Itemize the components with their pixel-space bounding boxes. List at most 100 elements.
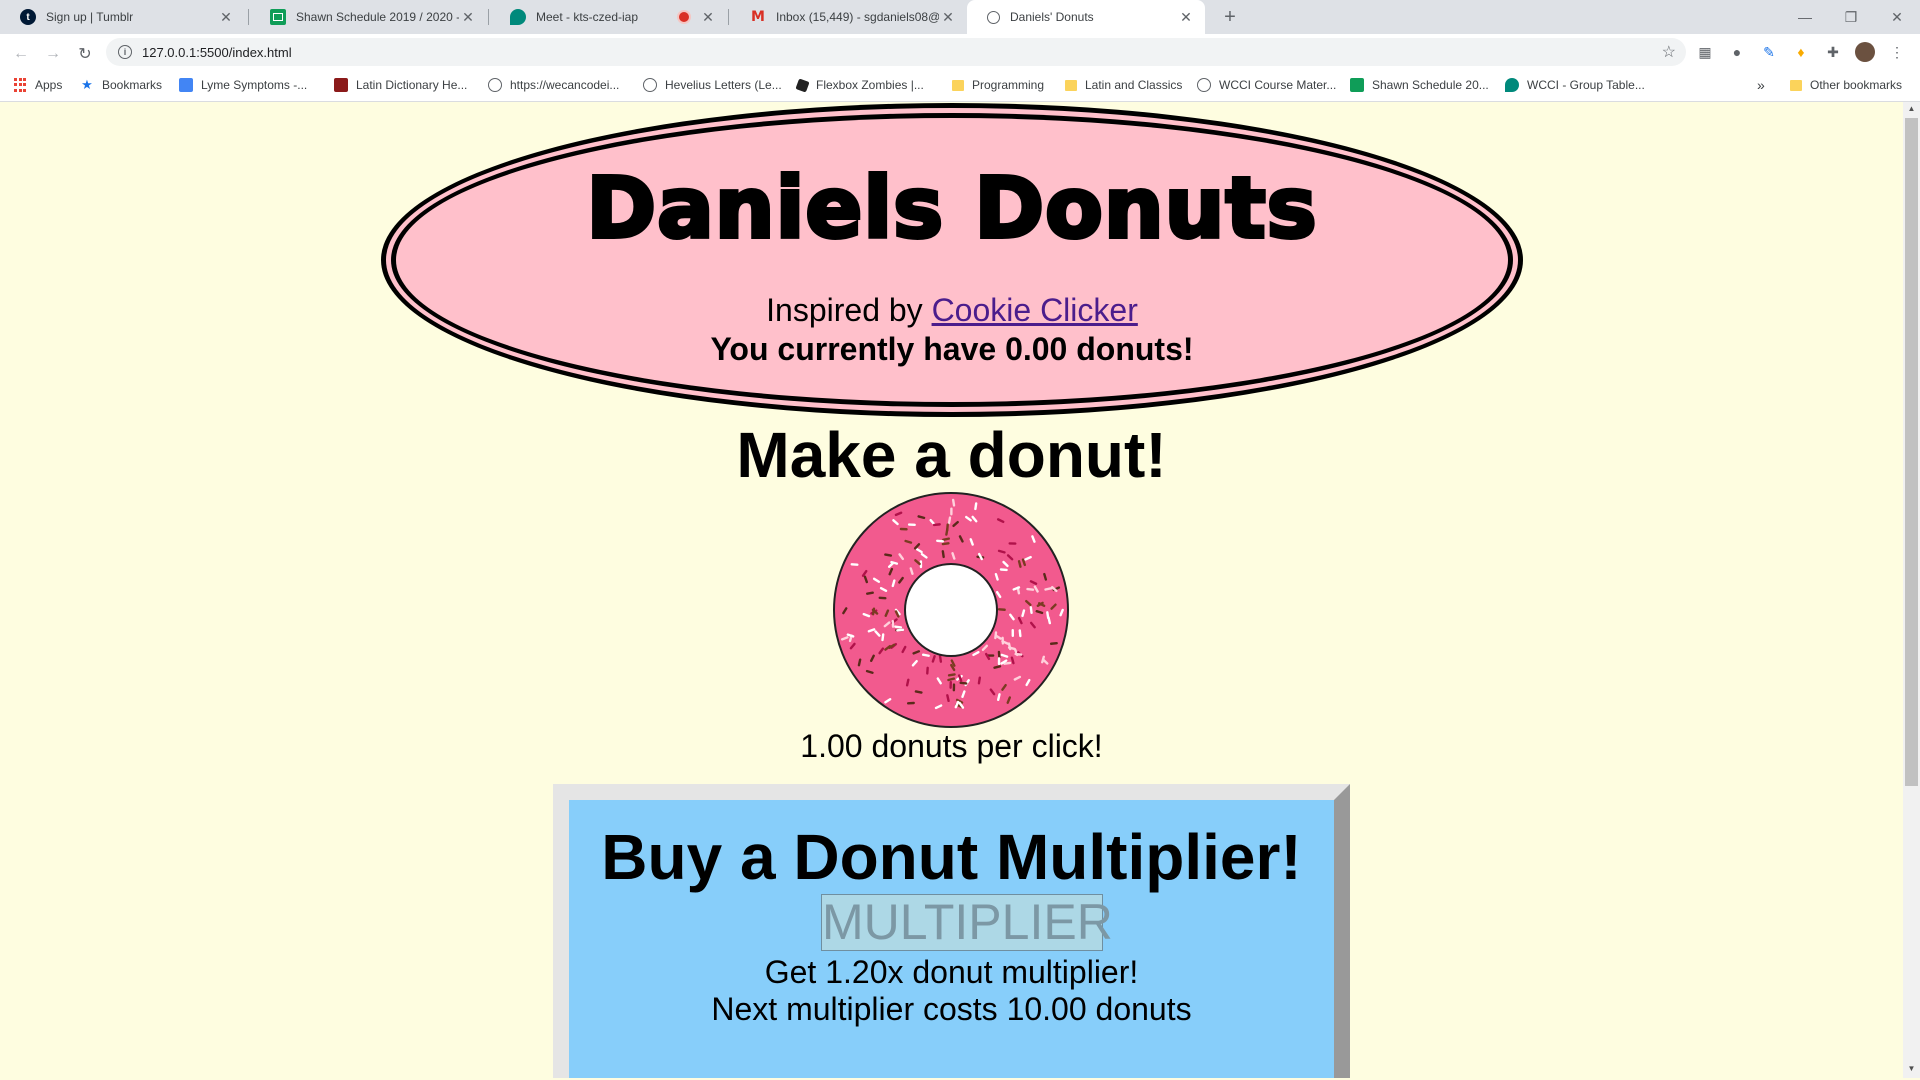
- gmail-icon: M: [751, 9, 765, 25]
- tab-schedule[interactable]: Shawn Schedule 2019 / 2020 - Go ✕: [250, 0, 487, 34]
- bookmark-label: Flexbox Zombies |...: [816, 78, 924, 92]
- bookmark-latin-dictionary[interactable]: Latin Dictionary He...: [334, 72, 467, 98]
- menu-dots-icon[interactable]: ⋮: [1887, 42, 1907, 62]
- more-bookmarks-button[interactable]: »: [1757, 72, 1765, 98]
- sprinkle: [907, 523, 916, 527]
- bookmark-other[interactable]: Other bookmarks: [1790, 72, 1902, 98]
- apps-grid-icon: [13, 78, 27, 92]
- sprinkle: [950, 507, 953, 516]
- globe-icon: [987, 10, 1000, 24]
- extension-icon[interactable]: ♦: [1791, 42, 1811, 62]
- address-bar[interactable]: i 127.0.0.1:5500/index.html ☆: [106, 38, 1686, 66]
- bookmark-label: Latin and Classics: [1085, 78, 1183, 92]
- tab-title: Meet - kts-czed-iap: [536, 10, 639, 24]
- bookmark-apps[interactable]: Apps: [13, 72, 62, 98]
- star-icon: ★: [81, 77, 93, 92]
- folder-icon: [1790, 79, 1802, 91]
- bookmark-label: Shawn Schedule 20...: [1372, 78, 1489, 92]
- donut-count: You currently have 0.00 donuts!: [710, 331, 1194, 367]
- inspired-line: Inspired by Cookie Clicker: [381, 292, 1523, 329]
- page-viewport: Daniels Donuts Inspired by Cookie Clicke…: [0, 102, 1903, 1078]
- sheets-icon: [1350, 78, 1364, 92]
- close-tab-icon[interactable]: ✕: [459, 9, 477, 26]
- close-tab-icon[interactable]: ✕: [217, 9, 235, 26]
- globe-icon: [488, 78, 502, 92]
- per-click-text: 1.00 donuts per click!: [800, 728, 1103, 764]
- bookmark-label: Other bookmarks: [1810, 78, 1903, 92]
- tab-title: Daniels' Donuts: [1010, 10, 1094, 24]
- sprinkle: [899, 527, 908, 531]
- globe-icon: [1197, 78, 1211, 92]
- make-donut-heading: Make a donut!: [736, 419, 1167, 491]
- bookmark-latin-classics[interactable]: Latin and Classics: [1065, 72, 1182, 98]
- bookmark-wecancode[interactable]: https://wecancodei...: [488, 72, 619, 98]
- extension-icon[interactable]: ✎: [1759, 42, 1779, 62]
- close-tab-icon[interactable]: ✕: [1177, 9, 1195, 26]
- bookmark-label: Hevelius Letters (Le...: [665, 78, 782, 92]
- multiplier-cost: Next multiplier costs 10.00 donuts: [711, 991, 1192, 1027]
- page-title: Daniels Donuts: [584, 157, 1318, 259]
- sprinkle: [997, 657, 1001, 666]
- bookmark-bookmarks[interactable]: ★ Bookmarks: [80, 72, 162, 98]
- minimize-button[interactable]: —: [1782, 0, 1828, 34]
- bookmark-star-icon[interactable]: ☆: [1662, 42, 1676, 62]
- site-info-icon[interactable]: i: [118, 45, 132, 59]
- back-arrow-icon[interactable]: ←: [10, 43, 32, 65]
- tab-donuts[interactable]: Daniels' Donuts ✕: [967, 0, 1205, 34]
- sprinkle: [1008, 542, 1017, 545]
- tab-meet[interactable]: Meet - kts-czed-iap ✕: [490, 0, 727, 34]
- sprinkle: [1011, 629, 1014, 638]
- tab-title: Sign up | Tumblr: [46, 10, 134, 24]
- zombie-icon: [795, 77, 810, 93]
- shop-heading: Buy a Donut Multiplier!: [601, 821, 1302, 893]
- new-tab-button[interactable]: +: [1215, 0, 1245, 34]
- close-window-button[interactable]: ✕: [1874, 0, 1920, 34]
- tab-tumblr[interactable]: t Sign up | Tumblr ✕: [0, 0, 245, 34]
- bookmark-shawn-schedule[interactable]: Shawn Schedule 20...: [1350, 72, 1489, 98]
- close-tab-icon[interactable]: ✕: [939, 9, 957, 26]
- chevron-right-icon: »: [1757, 77, 1765, 93]
- sprinkle: [906, 701, 915, 705]
- url-text[interactable]: 127.0.0.1:5500/index.html: [142, 45, 292, 60]
- tab-separator: [488, 9, 489, 25]
- scrollbar-thumb[interactable]: [1905, 118, 1918, 786]
- bookmark-wcci-course[interactable]: WCCI Course Mater...: [1197, 72, 1336, 98]
- scroll-down-arrow-icon[interactable]: ▼: [1906, 1064, 1917, 1073]
- bookmark-programming[interactable]: Programming: [952, 72, 1044, 98]
- bookmark-flexbox-zombies[interactable]: Flexbox Zombies |...: [795, 72, 924, 98]
- tab-gmail[interactable]: M Inbox (15,449) - sgdaniels08@gm ✕: [730, 0, 967, 34]
- bookmark-wcci-group[interactable]: WCCI - Group Table...: [1505, 72, 1645, 98]
- reload-icon[interactable]: ↻: [74, 43, 96, 65]
- donut-button[interactable]: [832, 491, 1070, 729]
- multiplier-button[interactable]: MULTIPLIER: [821, 894, 1113, 951]
- sheets-icon: [270, 9, 286, 25]
- header-banner: Daniels Donuts Inspired by Cookie Clicke…: [381, 103, 1523, 417]
- extension-icon[interactable]: ●: [1727, 42, 1747, 62]
- puzzle-icon[interactable]: ✚: [1823, 42, 1843, 62]
- globe-icon: [643, 78, 657, 92]
- bookmark-hevelius[interactable]: Hevelius Letters (Le...: [643, 72, 782, 98]
- avatar[interactable]: [1855, 42, 1875, 62]
- cookie-clicker-link[interactable]: Cookie Clicker: [932, 292, 1138, 328]
- extension-icon[interactable]: ▦: [1695, 42, 1715, 62]
- tab-separator: [728, 9, 729, 25]
- sprinkle: [891, 619, 895, 628]
- folder-icon: [952, 79, 964, 91]
- bookmark-label: Programming: [972, 78, 1045, 92]
- doc-icon: [179, 78, 193, 92]
- book-icon: [334, 78, 348, 92]
- inspired-prefix: Inspired by: [766, 292, 932, 328]
- folder-icon: [1065, 79, 1077, 91]
- bookmark-label: https://wecancodei...: [510, 78, 620, 92]
- sprinkle: [949, 680, 952, 689]
- recording-icon: [677, 10, 691, 24]
- tab-separator: [248, 9, 249, 25]
- close-tab-icon[interactable]: ✕: [699, 9, 717, 26]
- tumblr-icon: t: [20, 9, 36, 25]
- multiplier-shop: Buy a Donut Multiplier! MULTIPLIER Get 1…: [553, 784, 1350, 1078]
- forward-arrow-icon[interactable]: →: [42, 43, 64, 65]
- bookmark-lyme[interactable]: Lyme Symptoms -...: [179, 72, 307, 98]
- scroll-up-arrow-icon[interactable]: ▲: [1906, 104, 1917, 113]
- chat-icon: [1505, 78, 1519, 92]
- restore-button[interactable]: ❐: [1828, 0, 1874, 34]
